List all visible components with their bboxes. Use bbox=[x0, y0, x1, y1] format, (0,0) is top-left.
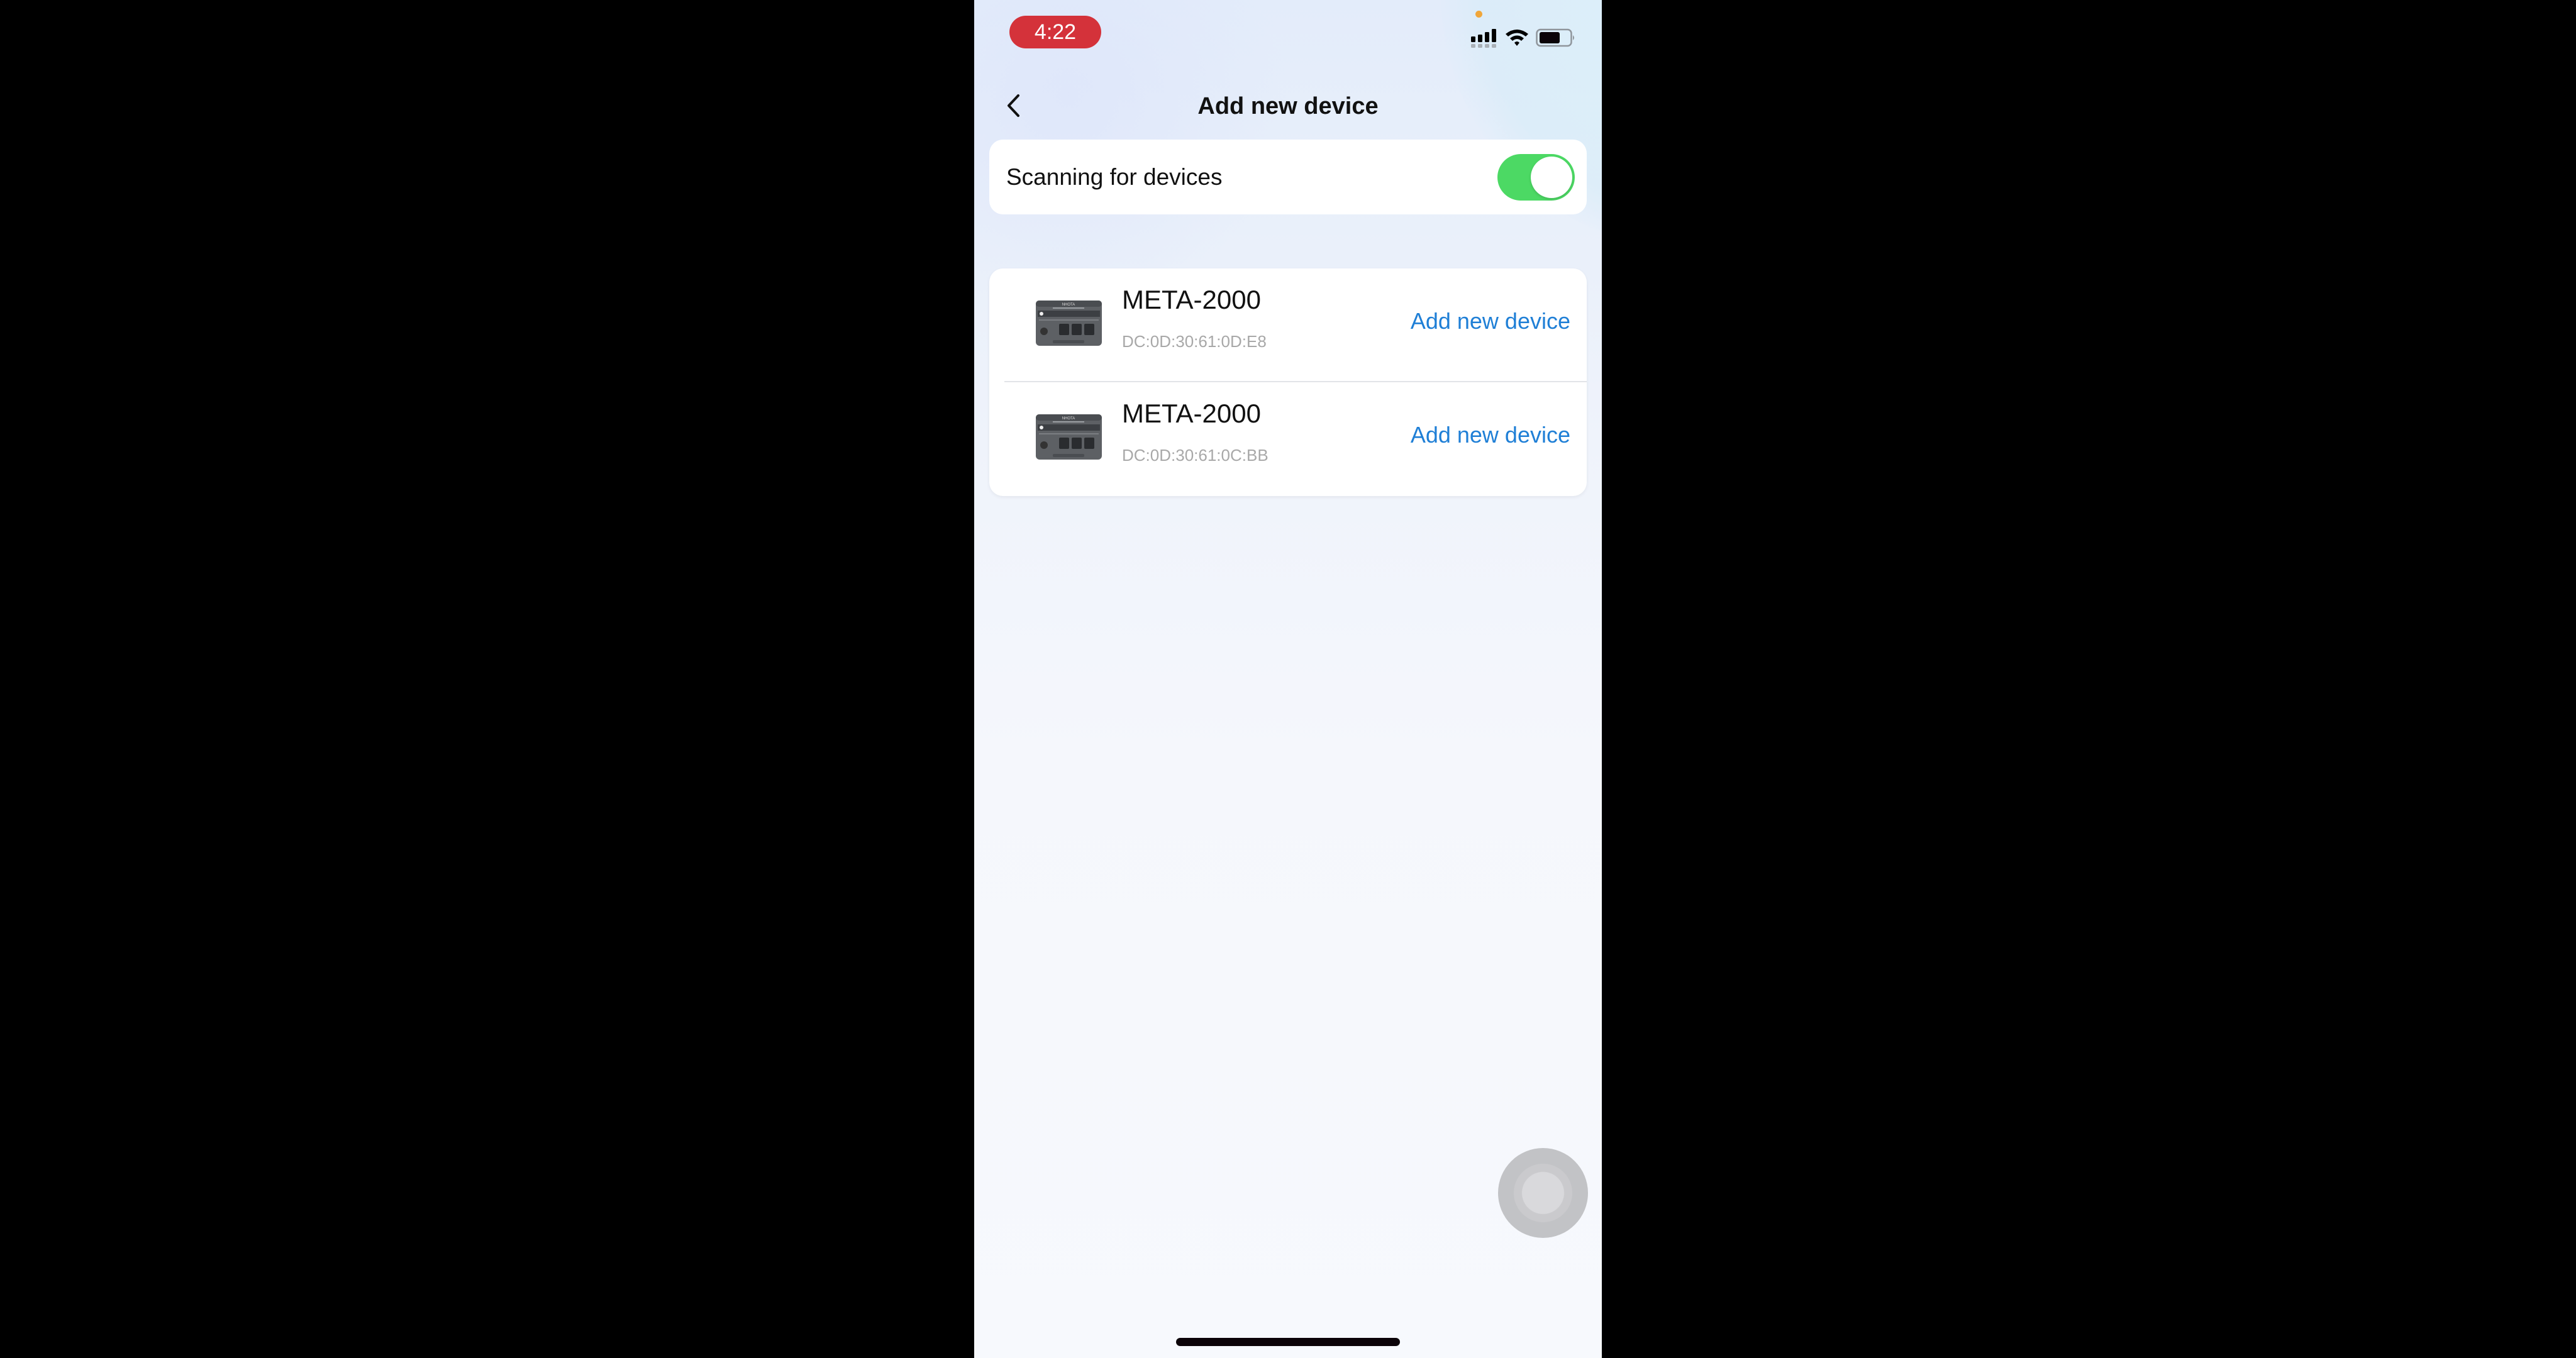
device-mac-address: DC:0D:30:61:0C:BB bbox=[1122, 446, 1269, 465]
cellular-signal-icon bbox=[1471, 29, 1496, 48]
scan-toggle[interactable] bbox=[1497, 154, 1575, 201]
device-mac-address: DC:0D:30:61:0D:E8 bbox=[1122, 332, 1267, 351]
wifi-icon bbox=[1506, 30, 1528, 46]
add-device-button[interactable]: Add new device bbox=[1411, 307, 1570, 335]
list-item[interactable]: NHOTA META-2000 DC:0D:30:61:0D:E8 Add ne… bbox=[989, 268, 1587, 382]
power-station-icon: NHOTA bbox=[1036, 414, 1102, 460]
battery-icon bbox=[1536, 28, 1574, 47]
scan-label: Scanning for devices bbox=[1006, 164, 1223, 190]
device-list: NHOTA META-2000 DC:0D:30:61:0D:E8 Add ne… bbox=[989, 268, 1587, 496]
phone-screen: 4:22 Add new device Scanning for devices bbox=[974, 0, 1602, 1358]
list-item[interactable]: NHOTA META-2000 DC:0D:30:61:0C:BB Add ne… bbox=[989, 382, 1587, 496]
device-name: META-2000 bbox=[1122, 285, 1261, 314]
svg-text:NHOTA: NHOTA bbox=[1062, 417, 1075, 421]
power-station-icon: NHOTA bbox=[1036, 301, 1102, 346]
page-title: Add new device bbox=[1197, 93, 1379, 119]
assistive-touch-button[interactable] bbox=[1498, 1148, 1588, 1238]
status-time: 4:22 bbox=[1009, 16, 1101, 48]
toggle-knob bbox=[1531, 157, 1572, 198]
add-device-button[interactable]: Add new device bbox=[1411, 421, 1570, 449]
scan-settings-card: Scanning for devices bbox=[989, 140, 1587, 214]
svg-text:NHOTA: NHOTA bbox=[1062, 303, 1075, 307]
home-indicator[interactable] bbox=[1176, 1338, 1400, 1346]
device-name: META-2000 bbox=[1122, 399, 1261, 428]
privacy-indicator-icon bbox=[1475, 11, 1482, 18]
